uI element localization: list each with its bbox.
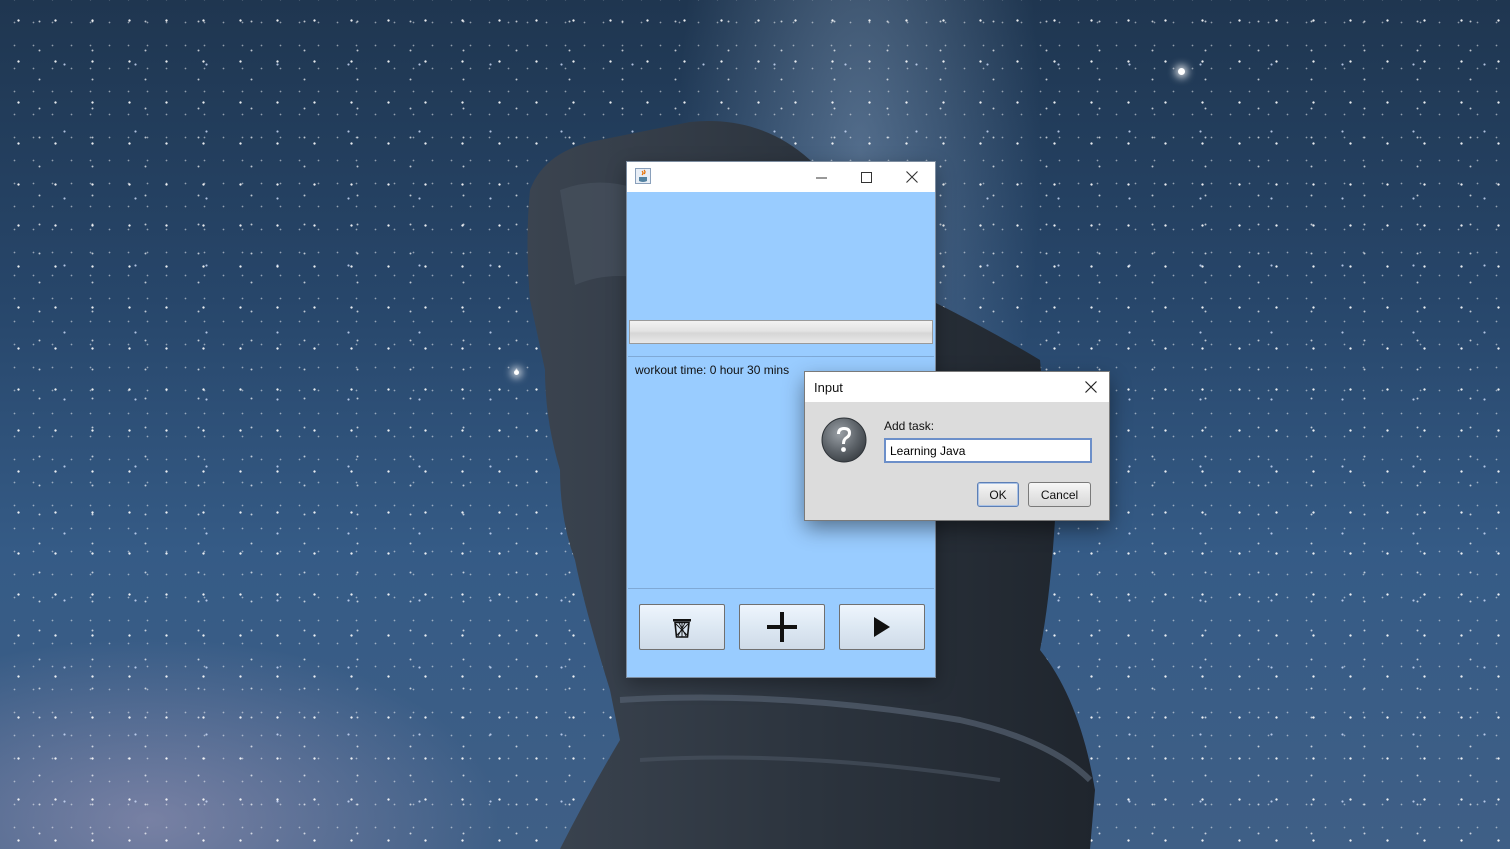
play-icon (874, 617, 890, 637)
workout-time-label: workout time: 0 hour 30 mins (635, 363, 790, 377)
plus-icon (767, 612, 797, 642)
task-input[interactable] (884, 438, 1092, 463)
input-dialog: Input Add task: OK Cancel (805, 372, 1109, 520)
play-button[interactable] (839, 604, 925, 650)
java-cup-icon (635, 168, 651, 184)
close-icon (906, 171, 918, 183)
trash-icon (673, 619, 691, 638)
close-icon (1085, 381, 1097, 393)
add-task-button[interactable] (739, 604, 825, 650)
dialog-body: Add task: OK Cancel (805, 402, 1109, 520)
dialog-title-bar[interactable]: Input (805, 372, 1109, 402)
maximize-button[interactable] (843, 162, 889, 192)
progress-bar (629, 320, 933, 344)
dialog-title: Input (814, 380, 843, 395)
delete-button[interactable] (639, 604, 725, 650)
title-bar[interactable] (627, 162, 935, 192)
maximize-icon (860, 171, 872, 183)
close-button[interactable] (889, 162, 935, 192)
dialog-close-button[interactable] (1081, 377, 1101, 397)
minimize-icon (815, 177, 827, 178)
question-icon (821, 417, 867, 463)
ok-button[interactable]: OK (977, 482, 1019, 507)
minimize-button[interactable] (798, 162, 844, 192)
cancel-button[interactable]: Cancel (1028, 482, 1091, 507)
dialog-prompt: Add task: (884, 419, 935, 433)
